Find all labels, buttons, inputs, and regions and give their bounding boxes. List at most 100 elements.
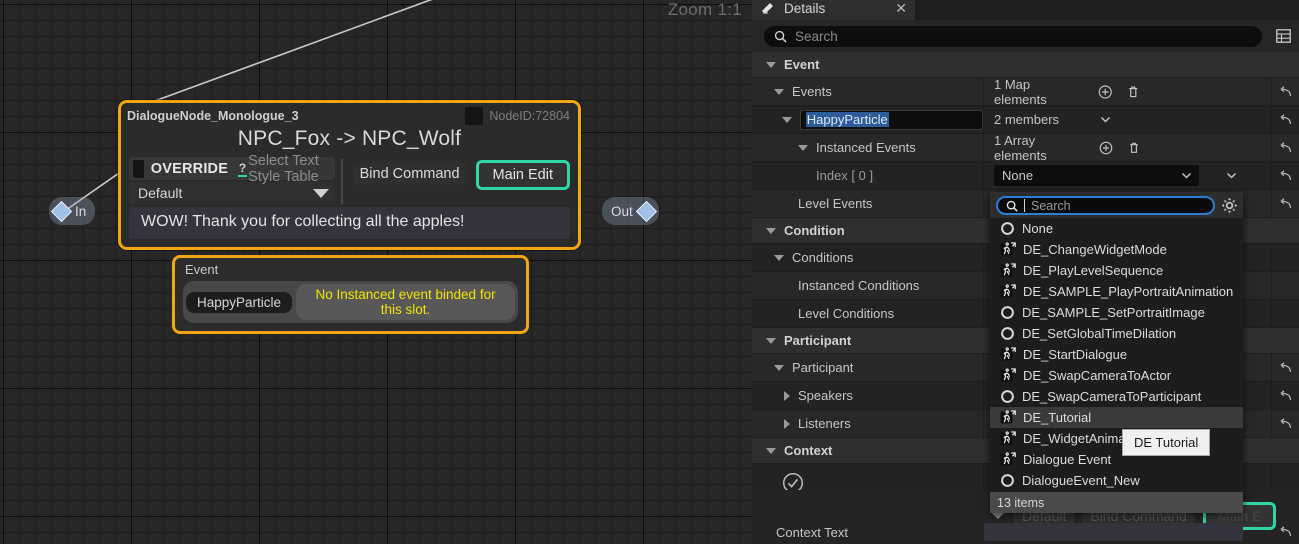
property-label: Listeners: [798, 416, 851, 431]
property-row-instanced-events[interactable]: Instanced Events 1 Array elements: [752, 133, 1299, 163]
category-label: Participant: [784, 333, 852, 348]
property-label: Instanced Conditions: [798, 278, 920, 293]
dialogue-node-controls: OVERRIDE ? Select Text Style Table Defau…: [121, 153, 578, 207]
reset-arrow-icon: [1280, 141, 1292, 152]
chevron-down-icon: [766, 227, 776, 234]
search-icon: [1006, 200, 1018, 212]
circle-icon: [1001, 474, 1014, 487]
dropdown-item[interactable]: DE_SwapCameraToParticipant: [990, 386, 1243, 407]
reset-button[interactable]: [1271, 190, 1299, 217]
dropdown-item[interactable]: DE_PlayLevelSequence: [990, 260, 1243, 281]
dropdown-item[interactable]: DE_StartDialogue: [990, 344, 1243, 365]
chevron-right-icon[interactable]: [784, 418, 790, 429]
chevron-down-icon[interactable]: [1225, 169, 1238, 182]
dialogue-node[interactable]: DialogueNode_Monologue_3 NodeID:72804 NP…: [118, 100, 581, 250]
help-question-icon[interactable]: ?: [238, 162, 248, 177]
delete-element-icon[interactable]: [1127, 140, 1141, 156]
dropdown-search-input[interactable]: Search: [996, 196, 1215, 215]
property-label: Level Events: [798, 196, 873, 211]
reset-button: [1271, 300, 1299, 327]
override-row: OVERRIDE ? Select Text Style Table: [129, 153, 336, 185]
main-edit-button[interactable]: Main Edit: [475, 160, 570, 190]
property-label: Conditions: [792, 250, 854, 265]
chevron-down-icon[interactable]: [1099, 113, 1112, 126]
reset-button[interactable]: [1271, 106, 1299, 133]
close-icon[interactable]: ✕: [895, 1, 907, 15]
reset-arrow-icon: [1280, 389, 1292, 400]
property-name: Events: [752, 78, 984, 105]
dropdown-item[interactable]: DE_SetGlobalTimeDilation: [990, 323, 1243, 344]
style-table-group: OVERRIDE ? Select Text Style Table Defau…: [129, 153, 336, 204]
input-pin[interactable]: In: [49, 197, 96, 225]
node-color-chip[interactable]: [465, 107, 484, 125]
property-name: Speakers: [752, 382, 984, 409]
dropdown-item[interactable]: None: [990, 218, 1243, 239]
dropdown-item-label: DE_ChangeWidgetMode: [1023, 242, 1167, 257]
dialogue-text[interactable]: WOW! Thank you for collecting all the ap…: [129, 207, 570, 239]
dropdown-item-label: DE_SAMPLE_PlayPortraitAnimation: [1023, 284, 1234, 299]
output-pin[interactable]: Out: [602, 197, 659, 225]
search-input[interactable]: Search: [764, 25, 1262, 47]
dropdown-item-label: DE_SAMPLE_SetPortraitImage: [1022, 305, 1205, 320]
add-element-icon[interactable]: [1098, 84, 1113, 100]
chevron-right-icon[interactable]: [784, 390, 790, 401]
add-element-icon[interactable]: [1099, 140, 1113, 156]
dropdown-item[interactable]: DE_SAMPLE_PlayPortraitAnimation: [990, 281, 1243, 302]
tab-details[interactable]: Details ✕: [752, 0, 915, 20]
category-label: Condition: [784, 223, 845, 238]
chevron-down-icon[interactable]: [774, 364, 784, 371]
dropdown-item[interactable]: DE_Tutorial: [990, 407, 1243, 428]
chevron-down-icon[interactable]: [781, 116, 792, 123]
reset-button[interactable]: [1271, 382, 1299, 409]
property-value: None: [984, 162, 1271, 189]
gear-icon[interactable]: [1221, 197, 1238, 214]
chevron-down-icon: [313, 188, 330, 198]
event-sub-node[interactable]: Event HappyParticle No Instanced event b…: [172, 255, 529, 334]
instanced-event-class-dropdown[interactable]: None: [994, 165, 1199, 186]
grid-icon: [1275, 29, 1291, 43]
tabbar-empty-area: [915, 0, 1299, 20]
dropdown-item-label: DialogueEvent_New: [1022, 473, 1140, 488]
context-text-input[interactable]: [984, 523, 1243, 541]
map-key-value: HappyParticle: [805, 112, 889, 127]
override-checkbox[interactable]: [133, 159, 144, 178]
property-row-events[interactable]: Events 1 Map elements: [752, 77, 1299, 107]
class-picker-dropdown[interactable]: Search None DE_ChangeWidgetMode DE_PlayLev…: [990, 192, 1243, 513]
dropdown-item[interactable]: DialogueEvent_New: [990, 470, 1243, 491]
search-placeholder: Search: [795, 28, 838, 44]
reset-button[interactable]: [1271, 78, 1299, 105]
reset-button[interactable]: [1271, 354, 1299, 381]
graph-canvas[interactable]: Zoom 1:1 DialogueNode_Monologue_3 NodeID…: [0, 0, 752, 544]
property-row-index-0[interactable]: Index [ 0 ] None: [752, 162, 1299, 190]
dropdown-item[interactable]: DE_ChangeWidgetMode: [990, 239, 1243, 260]
chevron-down-icon: [766, 337, 776, 344]
map-key-input[interactable]: HappyParticle: [799, 109, 983, 130]
event-chip-label[interactable]: HappyParticle: [186, 291, 293, 313]
text-style-table-value: Default: [138, 185, 183, 201]
chevron-down-icon[interactable]: [774, 88, 784, 95]
reset-button[interactable]: [1271, 134, 1299, 161]
settings-grid-button[interactable]: [1272, 25, 1294, 47]
dropdown-item[interactable]: DE_SwapCameraToActor: [990, 365, 1243, 386]
blueprint-icon: [1000, 284, 1016, 298]
reset-arrow-icon: [1280, 361, 1292, 372]
delete-element-icon[interactable]: [1126, 84, 1141, 100]
property-name: Level Conditions: [752, 300, 984, 327]
reset-button[interactable]: [1271, 162, 1299, 189]
category-event[interactable]: Event: [752, 52, 1299, 78]
tooltip: DE Tutorial: [1122, 429, 1211, 456]
property-label: Index [ 0 ]: [816, 168, 874, 183]
chevron-down-icon[interactable]: [774, 254, 784, 261]
chevron-down-icon: [1181, 172, 1192, 179]
text-style-table-dropdown[interactable]: Default: [129, 182, 336, 204]
context-text-row[interactable]: Context Text: [752, 520, 1299, 544]
reset-button[interactable]: [1271, 526, 1299, 538]
property-row-happyparticle[interactable]: HappyParticle 2 members: [752, 106, 1299, 134]
reset-button[interactable]: [1271, 410, 1299, 437]
reset-arrow-icon: [1280, 113, 1292, 124]
dropdown-item-label: DE_SwapCameraToParticipant: [1022, 389, 1202, 404]
details-tab-icon: [762, 2, 773, 14]
chevron-down-icon[interactable]: [798, 144, 808, 151]
dropdown-item[interactable]: DE_SAMPLE_SetPortraitImage: [990, 302, 1243, 323]
property-name: Level Events: [752, 190, 984, 217]
